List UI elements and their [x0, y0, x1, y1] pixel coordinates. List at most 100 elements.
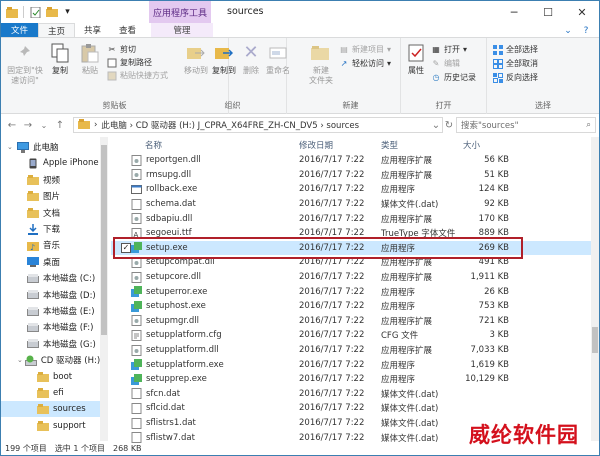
recent-dropdown-icon[interactable]: ⌄ — [37, 119, 51, 131]
file-row[interactable]: sdbapiu.dll 2016/7/17 7:22 应用程序扩展 170 KB — [111, 211, 591, 226]
close-button[interactable]: ✕ — [565, 1, 599, 23]
column-type[interactable]: 类型 — [381, 137, 398, 152]
edit-button[interactable]: ✎ 编辑 — [431, 58, 460, 69]
select-none-button[interactable]: 全部取消 — [493, 58, 538, 69]
forward-arrow-icon[interactable]: → — [21, 119, 35, 131]
history-icon: ◷ — [432, 73, 440, 82]
back-arrow-icon[interactable]: ← — [5, 119, 19, 131]
file-row[interactable]: setupplatform.cfg 2016/7/17 7:22 CFG 文件 3 K… — [111, 328, 591, 343]
copy-to-button[interactable]: 复制到 — [211, 42, 237, 76]
sidebar-item-label: efi — [53, 388, 64, 398]
sidebar-item-7[interactable]: 桌面 — [1, 254, 100, 270]
sidebar-item-5[interactable]: 下载 — [1, 221, 100, 237]
file-size: 3 KB — [489, 330, 509, 341]
file-row[interactable]: reportgen.dll 2016/7/17 7:22 应用程序扩展 56 KB — [111, 153, 591, 168]
column-size[interactable]: 大小 — [463, 137, 480, 152]
maximize-button[interactable]: ☐ — [531, 1, 565, 23]
sidebar-item-3[interactable]: 图片 — [1, 188, 100, 204]
invert-selection-button[interactable]: 反向选择 — [493, 72, 538, 83]
sidebar-item-13[interactable]: ⌄ CD 驱动器 (H:) — [1, 352, 100, 368]
open-button[interactable]: ▦ 打开 ▾ — [431, 44, 467, 55]
delete-button[interactable]: ✕ 删除 — [241, 42, 261, 76]
file-row[interactable]: rmsupg.dll 2016/7/17 7:22 应用程序扩展 51 KB — [111, 168, 591, 183]
sidebar-item-14[interactable]: boot — [1, 369, 100, 385]
properties-icon[interactable] — [29, 6, 42, 19]
file-row[interactable]: setupmgr.dll 2016/7/17 7:22 应用程序扩展 721 KB — [111, 314, 591, 329]
easy-access-button[interactable]: ↗ 轻松访问 ▾ — [339, 58, 391, 69]
column-name[interactable]: 名称 — [145, 137, 162, 152]
file-row[interactable]: rollback.exe 2016/7/17 7:22 应用程序 124 KB — [111, 182, 591, 197]
file-name: reportgen.dll — [146, 155, 201, 166]
new-folder-button[interactable]: 新建 文件夹 — [305, 42, 337, 86]
navigation-pane: ⌄ 此电脑 Apple iPhone 视频 图片 文档 下载 ♪ 音乐 桌面 本地磁盘 (C:) 本地… — [1, 137, 100, 441]
sidebar-item-17[interactable]: support — [1, 418, 100, 434]
file-row[interactable]: setuphost.exe 2016/7/17 7:22 应用程序 753 KB — [111, 299, 591, 314]
sidebar-item-10[interactable]: 本地磁盘 (E:) — [1, 303, 100, 319]
expand-arrow-icon[interactable]: ⌄ — [17, 356, 23, 364]
refresh-icon[interactable]: ↻ — [442, 119, 456, 131]
file-name-cell: schema.dat — [131, 197, 196, 212]
tab-share[interactable]: 共享 — [75, 23, 110, 37]
properties-button[interactable]: 属性 — [405, 42, 427, 76]
tab-home[interactable]: 主页 — [38, 23, 76, 37]
dat-file-icon — [131, 388, 142, 400]
sidebar-item-16[interactable]: sources — [1, 401, 100, 418]
sidebar-item-4[interactable]: 文档 — [1, 205, 100, 221]
drive-icon — [27, 338, 39, 349]
ribbon-collapse-icon[interactable]: ⌄ — [561, 24, 575, 37]
help-icon[interactable]: ? — [579, 24, 593, 37]
sidebar-item-11[interactable]: 本地磁盘 (F:) — [1, 319, 100, 335]
sidebar-item-8[interactable]: 本地磁盘 (C:) — [1, 270, 100, 286]
file-type: 应用程序 — [381, 375, 416, 386]
history-button[interactable]: ◷ 历史记录 — [431, 72, 477, 83]
sidebar-item-label: 本地磁盘 (G:) — [43, 339, 96, 350]
search-input[interactable]: 搜索"sources" ⌕ — [456, 117, 596, 133]
copy-button[interactable]: 复制 — [47, 42, 73, 76]
file-row[interactable]: setupplatform.dll 2016/7/17 7:22 应用程序扩展 7,0… — [111, 343, 591, 358]
tab-view[interactable]: 查看 — [110, 23, 145, 37]
file-row[interactable]: setupprep.exe 2016/7/17 7:22 应用程序 10,129 KB — [111, 372, 591, 387]
new-folder-icon[interactable] — [45, 6, 58, 19]
file-row[interactable]: sfcn.dat 2016/7/17 7:22 媒体文件(.dat) — [111, 387, 591, 402]
sidebar-item-9[interactable]: 本地磁盘 (D:) — [1, 287, 100, 303]
paste-button[interactable]: 粘贴 — [77, 42, 103, 76]
tab-manage[interactable]: 管理 — [151, 23, 214, 37]
minimize-button[interactable]: ─ — [497, 1, 531, 23]
navigation-scroll-thumb[interactable] — [101, 145, 107, 335]
file-row[interactable]: schema.dat 2016/7/17 7:22 媒体文件(.dat) 92 KB — [111, 197, 591, 212]
sidebar-item-12[interactable]: 本地磁盘 (G:) — [1, 336, 100, 352]
select-all-button[interactable]: 全部选择 — [493, 44, 538, 55]
copy-path-button[interactable]: 复制路径 — [107, 57, 152, 68]
pin-quick-access-button[interactable]: 固定到"快 速访问" — [5, 42, 45, 86]
file-row[interactable]: setupplatform.exe 2016/7/17 7:22 应用程序 1,619… — [111, 357, 591, 372]
navigation-pane-scrollbar[interactable] — [100, 137, 108, 441]
cut-button[interactable]: ✂ 剪切 — [107, 44, 136, 55]
expand-arrow-icon[interactable]: ⌄ — [7, 143, 15, 151]
file-row[interactable]: setupcore.dll 2016/7/17 7:22 应用程序扩展 1,911 K… — [111, 270, 591, 285]
file-list-scroll-thumb[interactable] — [592, 327, 598, 353]
sidebar-item-1[interactable]: Apple iPhone — [1, 155, 100, 171]
video-folder-icon — [27, 174, 39, 185]
column-date[interactable]: 修改日期 — [299, 137, 333, 152]
file-list-scrollbar[interactable] — [591, 137, 599, 441]
file-row[interactable]: sflcid.dat 2016/7/17 7:22 媒体文件(.dat) — [111, 401, 591, 416]
sidebar-item-15[interactable]: efi — [1, 385, 100, 401]
move-to-button[interactable]: 移动到 — [183, 42, 209, 76]
sidebar-item-6[interactable]: ♪ 音乐 — [1, 237, 100, 253]
qat-dropdown-icon[interactable]: ▾ — [61, 6, 74, 19]
title-bar: ▾ 应用程序工具 sources ─ ☐ ✕ — [1, 1, 599, 23]
sidebar-item-2[interactable]: 视频 — [1, 172, 100, 188]
up-arrow-icon[interactable]: ↑ — [53, 119, 67, 131]
pin-icon — [14, 42, 36, 64]
new-item-button[interactable]: ▤ 新建项目 ▾ — [339, 44, 391, 55]
sidebar-item-0[interactable]: ⌄ 此电脑 — [1, 139, 100, 155]
address-bar[interactable]: › 此电脑 › CD 驱动器 (H:) J_CPRA_X64FRE_ZH-CN_… — [73, 117, 443, 133]
rename-button[interactable]: 重命名 — [263, 42, 293, 76]
file-date: 2016/7/17 7:22 — [299, 388, 365, 399]
select-all-icon — [493, 44, 503, 55]
paste-shortcut-button[interactable]: 粘贴快捷方式 — [107, 70, 168, 81]
file-row[interactable]: setuperror.exe 2016/7/17 7:22 应用程序 26 KB — [111, 284, 591, 299]
address-dropdown-icon[interactable]: ⌄ — [429, 119, 443, 131]
file-name: setupplatform.exe — [146, 359, 224, 370]
tab-file[interactable]: 文件 — [1, 23, 39, 37]
